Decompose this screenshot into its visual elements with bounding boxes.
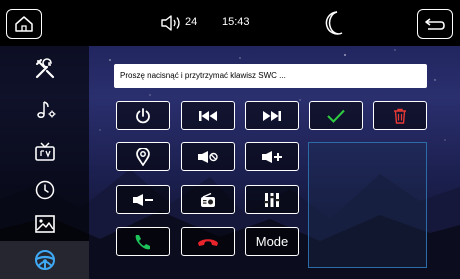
delete-button[interactable]: [373, 101, 427, 130]
music-settings-icon: [36, 101, 55, 119]
top-bar: 24 15:43: [0, 0, 460, 46]
home-icon: [15, 16, 33, 32]
tools-icon: [35, 58, 54, 79]
sidebar-item-steering-wheel[interactable]: [0, 241, 89, 279]
sidebar-item-tools[interactable]: [0, 50, 89, 88]
location-pin-icon: [136, 147, 150, 166]
radio-icon: [201, 192, 215, 207]
image-icon: [34, 215, 55, 233]
tv-icon: [34, 142, 55, 161]
mode-key-button[interactable]: Mode: [245, 227, 299, 256]
settings-sidebar: [0, 46, 89, 279]
equalizer-key-button[interactable]: [245, 185, 299, 214]
confirm-button[interactable]: [309, 101, 363, 130]
sidebar-item-audio-settings[interactable]: [0, 91, 89, 129]
navigation-key-button[interactable]: [116, 142, 170, 171]
radio-key-button[interactable]: [181, 185, 235, 214]
volume-down-key-button[interactable]: [116, 185, 170, 214]
screen: 24 15:43 Proszę nacisnąć i przytrzymać k…: [0, 0, 460, 279]
skip-next-icon: [263, 110, 281, 121]
sidebar-item-tv[interactable]: [0, 133, 89, 171]
mute-icon: [198, 150, 218, 163]
previous-track-key-button[interactable]: [181, 101, 235, 130]
phone-answer-icon: [135, 234, 150, 249]
next-track-key-button[interactable]: [245, 101, 299, 130]
steering-wheel-icon: [34, 250, 55, 270]
sidebar-item-wallpaper[interactable]: [0, 205, 89, 243]
clock-time: 15:43: [222, 16, 250, 28]
skip-previous-icon: [199, 110, 217, 121]
volume-up-key-button[interactable]: [245, 142, 299, 171]
volume-up-icon: [262, 150, 282, 163]
trash-icon: [394, 108, 406, 124]
power-key-button[interactable]: [116, 101, 170, 130]
moon-icon[interactable]: [325, 10, 345, 36]
home-button[interactable]: [6, 9, 42, 39]
power-icon: [136, 107, 150, 123]
key-preview-panel: [308, 142, 427, 268]
clock-icon: [35, 180, 54, 200]
phone-hangup-icon: [198, 238, 218, 246]
call-answer-key-button[interactable]: [116, 227, 170, 256]
back-button[interactable]: [417, 9, 453, 39]
checkmark-icon: [327, 109, 345, 123]
volume-level: 24: [185, 16, 198, 28]
call-hangup-key-button[interactable]: [181, 227, 235, 256]
volume-icon[interactable]: [160, 14, 182, 32]
swc-prompt: Proszę nacisnąć i przytrzymać klawisz SW…: [114, 64, 427, 88]
volume-down-icon: [133, 193, 153, 206]
sidebar-item-clock[interactable]: [0, 171, 89, 209]
back-icon: [425, 18, 445, 30]
mute-key-button[interactable]: [181, 142, 235, 171]
mode-label: Mode: [255, 234, 289, 249]
equalizer-icon: [264, 192, 280, 207]
